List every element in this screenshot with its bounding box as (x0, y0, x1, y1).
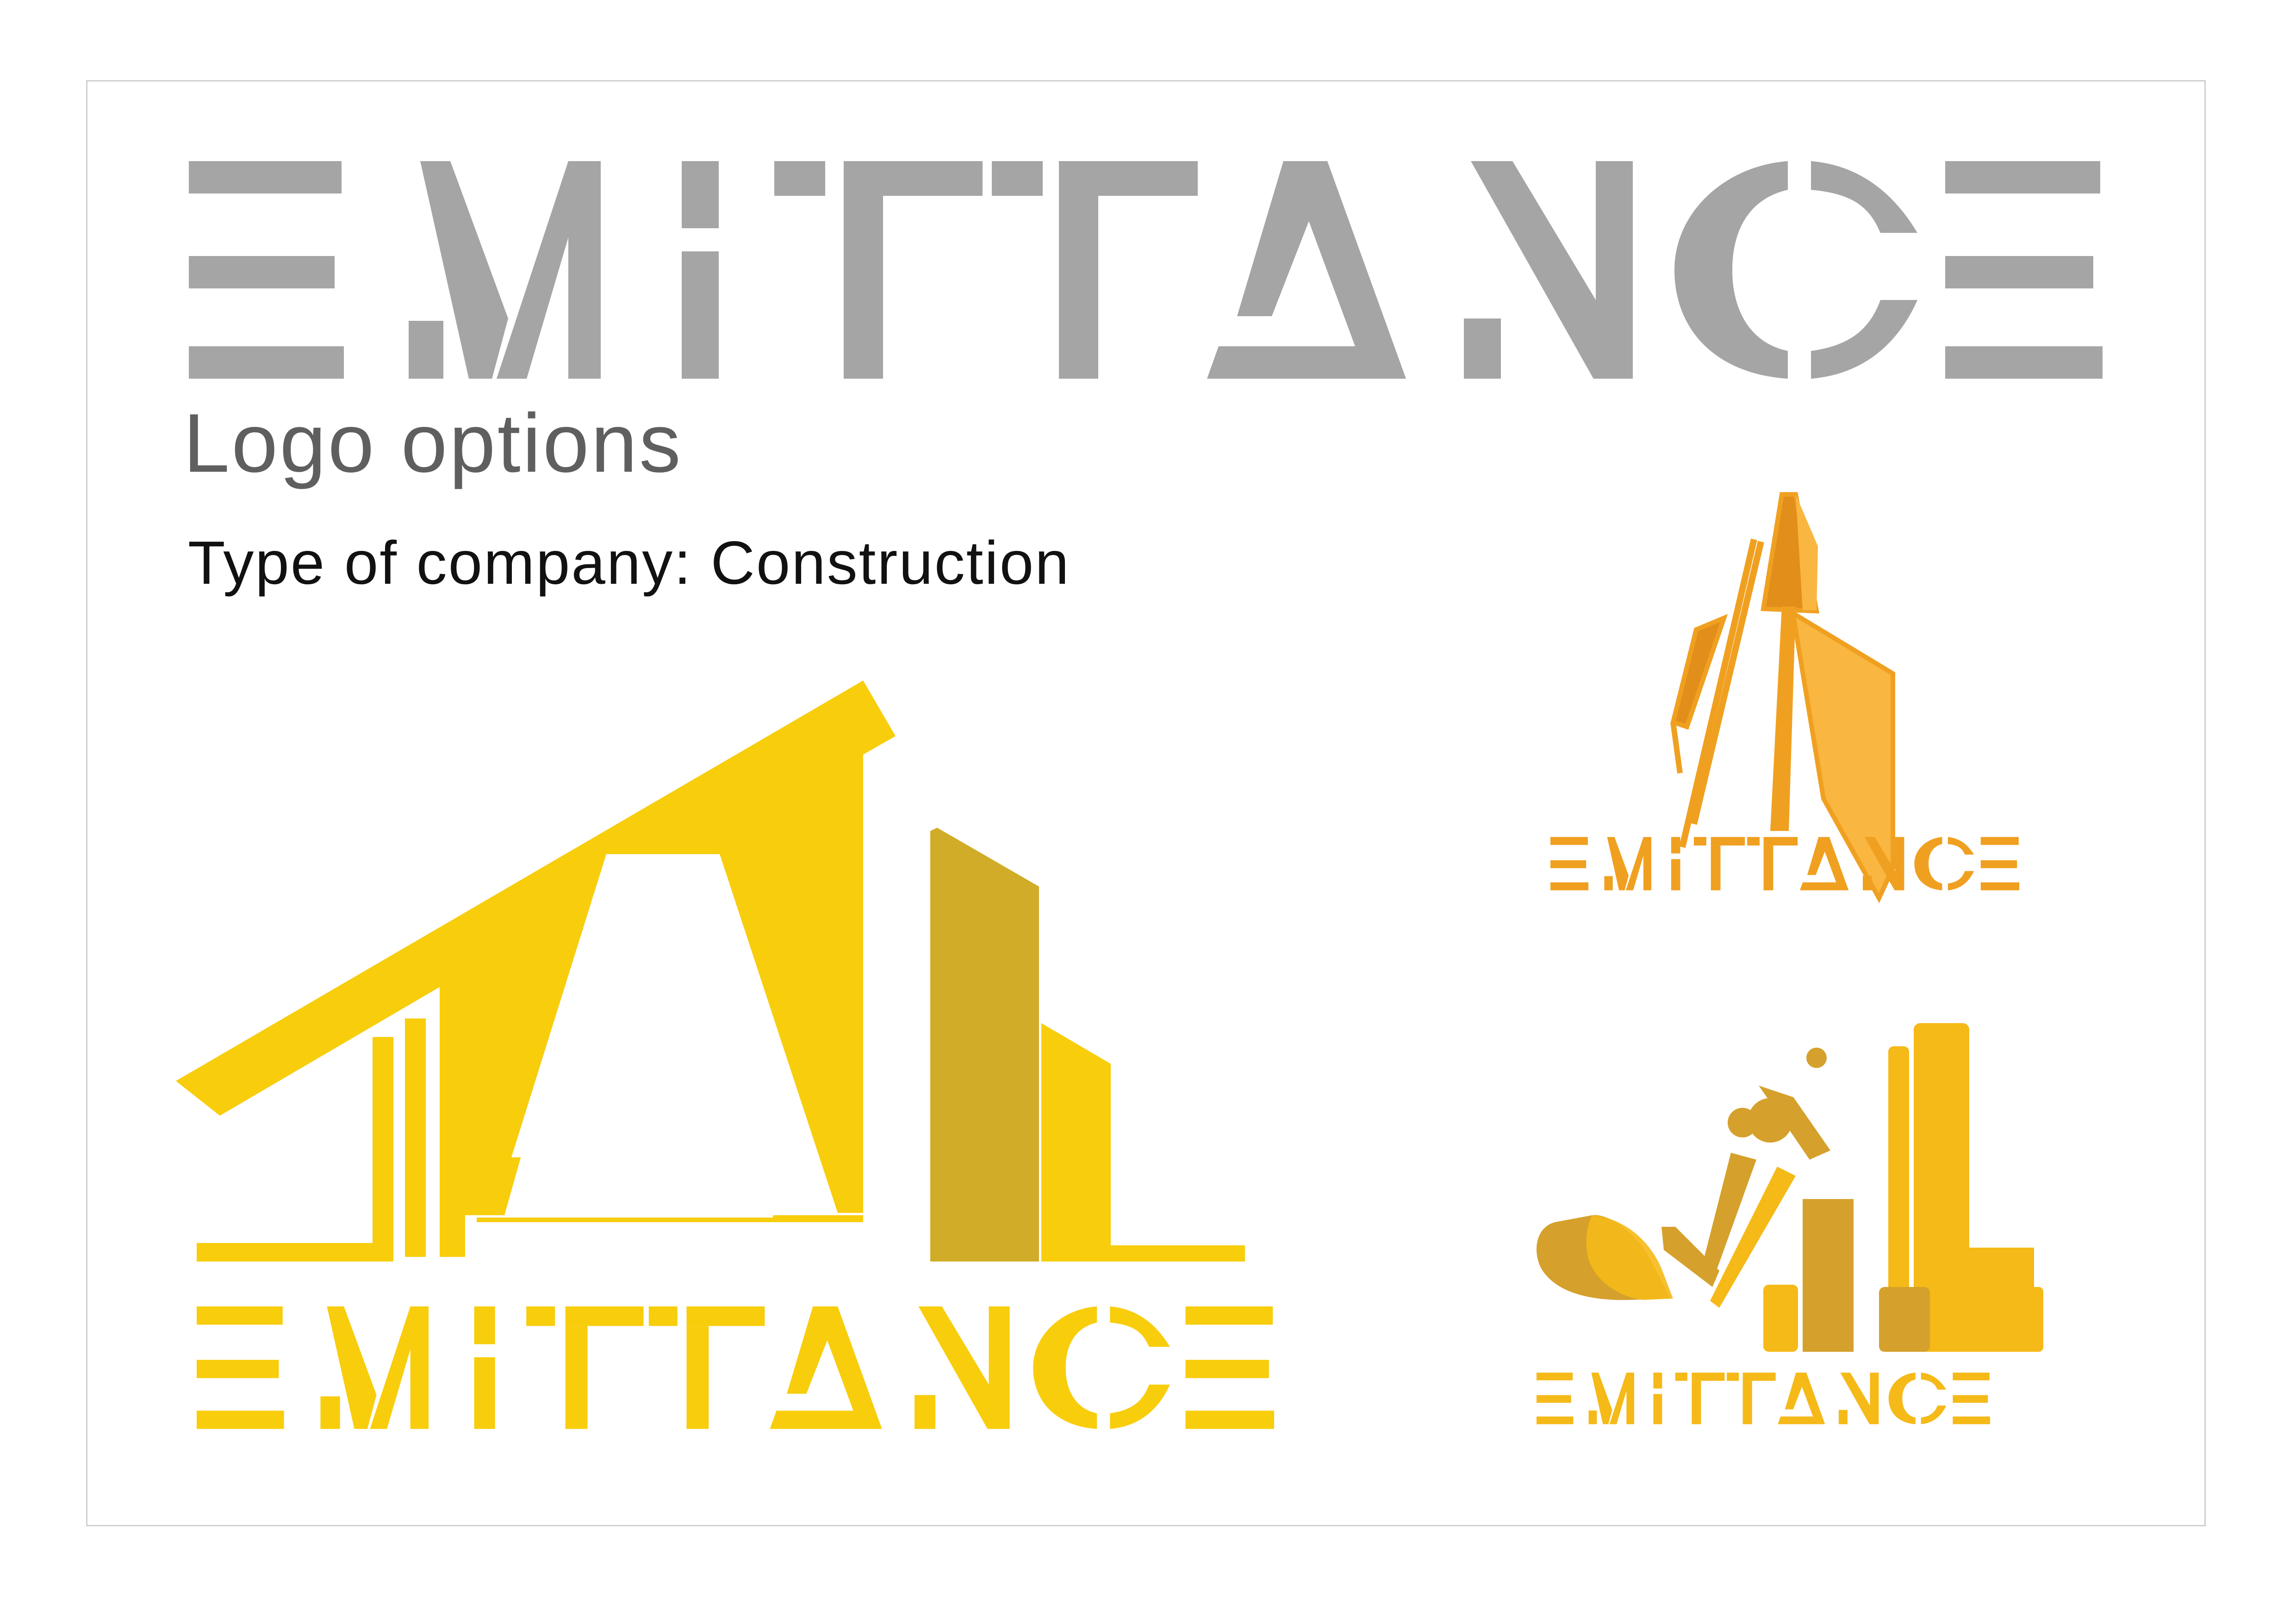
sheet-frame (86, 80, 2206, 1526)
page-heading: Logo options (183, 397, 683, 490)
company-type: Type of company: Construction (188, 529, 1070, 597)
